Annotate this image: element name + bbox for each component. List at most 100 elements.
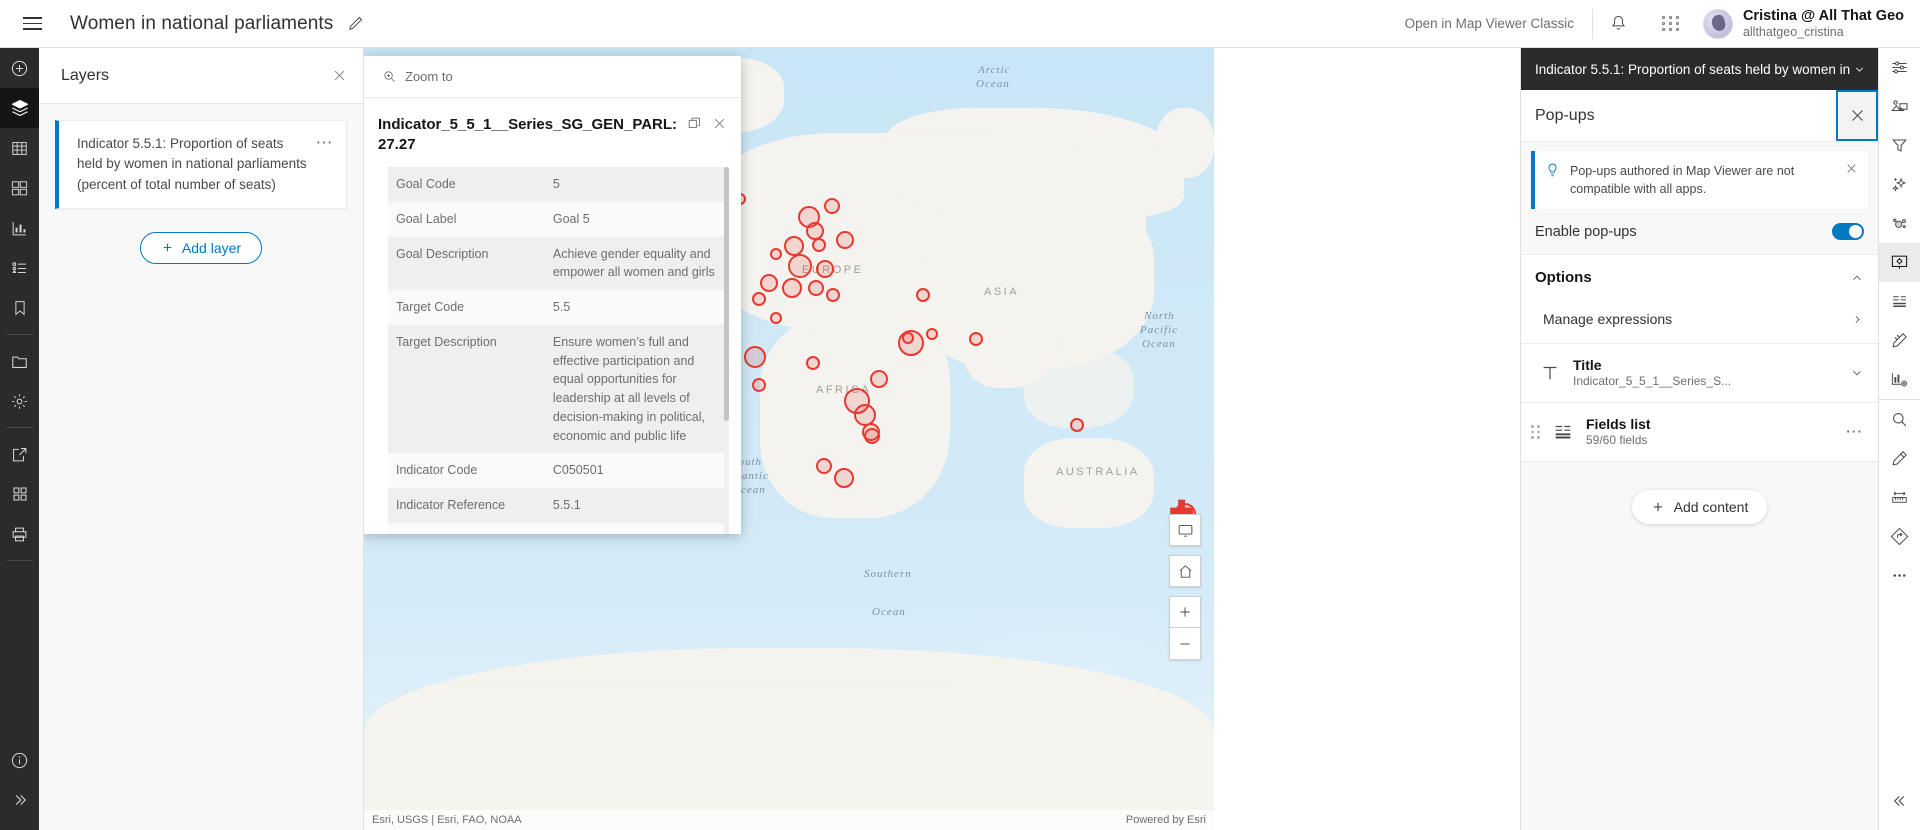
map-marker[interactable] [752,292,766,306]
properties-sliders-icon[interactable] [1879,48,1920,87]
map-marker[interactable] [784,236,804,256]
expand-right-icon[interactable] [0,780,39,820]
popup-scrollbar-thumb[interactable] [724,167,729,421]
bookmarks-icon[interactable] [0,288,39,328]
measure-ruler-icon[interactable] [1879,478,1920,517]
popups-settings-panel: Indicator 5.5.1: Proportion of seats hel… [1520,48,1878,830]
legend-icon[interactable] [0,248,39,288]
popup-zoom-to-action[interactable]: Zoom to [364,56,741,98]
apps-grid-icon[interactable] [0,474,39,514]
manage-expressions-label: Manage expressions [1543,311,1673,328]
more-ellipsis-icon[interactable] [1879,556,1920,595]
layers-icon[interactable] [0,88,39,128]
layer-selector-dropdown[interactable]: Indicator 5.5.1: Proportion of seats hel… [1521,48,1878,90]
map-marker[interactable] [770,248,782,260]
grid-apps-icon[interactable] [1645,0,1697,48]
options-section-header[interactable]: Options [1521,254,1878,299]
close-icon[interactable] [1845,162,1858,175]
info-circle-icon[interactable] [0,740,39,780]
collapse-left-icon[interactable] [1879,781,1920,820]
map-marker[interactable] [834,468,854,488]
close-icon[interactable] [712,115,727,131]
map-marker[interactable] [752,378,766,392]
add-layer-button[interactable]: Add layer [139,231,263,264]
map-marker[interactable] [806,222,824,240]
map-marker[interactable] [926,328,938,340]
folder-icon[interactable] [0,341,39,381]
share-icon[interactable] [0,434,39,474]
map-marker[interactable] [806,356,820,370]
directions-icon[interactable] [1879,517,1920,556]
sketch-icon[interactable] [1879,439,1920,478]
enable-popups-toggle[interactable] [1832,223,1864,241]
labels-pencil-icon[interactable] [1879,321,1920,360]
search-icon[interactable] [1879,400,1920,439]
chevron-up-icon[interactable] [1850,271,1864,285]
effects-sparkle-icon[interactable] [1879,165,1920,204]
add-content-container: Add content [1521,461,1878,830]
gear-icon[interactable] [0,381,39,421]
map-marker[interactable] [916,288,930,302]
charts-icon[interactable] [0,208,39,248]
map-marker[interactable] [902,332,914,344]
lightbulb-icon [1548,163,1557,177]
fields-list-icon [1552,421,1574,443]
chevron-down-icon[interactable] [1850,366,1864,380]
popup-title-texts: Title Indicator_5_5_1__Series_S... [1573,356,1838,390]
popup-scrollbar[interactable] [724,167,729,534]
add-content-button[interactable]: Add content [1631,489,1768,524]
popups-compatibility-notice: Pop-ups authored in Map Viewer are not c… [1531,151,1868,210]
drag-handle-icon[interactable] [1531,425,1540,439]
clustering-icon[interactable] [1879,204,1920,243]
map-marker[interactable] [744,346,766,368]
add-layer-label: Add layer [181,239,242,256]
close-icon[interactable] [332,68,347,83]
map-marker[interactable] [760,274,778,292]
user-menu[interactable]: Cristina @ All That Geo allthatgeo_crist… [1697,7,1920,41]
manage-expressions-row[interactable]: Manage expressions [1521,298,1878,345]
open-map-viewer-classic-link[interactable]: Open in Map Viewer Classic [1387,16,1592,31]
map-marker[interactable] [836,231,854,249]
popups-config-icon[interactable] [1878,243,1920,282]
charts-config-icon[interactable] [1879,360,1920,399]
map-marker[interactable] [808,280,824,296]
map-marker[interactable] [870,370,888,388]
map-marker[interactable] [782,278,802,298]
basemap-icon[interactable] [0,168,39,208]
map-marker[interactable] [816,458,832,474]
ellipsis-icon[interactable]: ⋯ [1845,423,1864,440]
pencil-icon[interactable] [347,15,364,32]
hamburger-icon[interactable] [8,0,56,48]
map-marker[interactable] [1070,418,1084,432]
zoom-in-icon[interactable] [1169,596,1201,628]
print-icon[interactable] [0,514,39,554]
list-item[interactable]: Indicator 5.5.1: Proportion of seats hel… [55,120,347,209]
map-marker[interactable] [824,198,840,214]
fields-list-content-row[interactable]: Fields list 59/60 fields ⋯ [1521,403,1878,462]
table-row: Goal Code 5 [388,167,729,202]
add-icon[interactable] [0,48,39,88]
table-icon[interactable] [0,128,39,168]
filter-icon[interactable] [1879,126,1920,165]
add-layer-container: Add layer [55,231,347,264]
bell-icon[interactable] [1593,0,1645,48]
styles-icon[interactable] [1879,87,1920,126]
map-marker[interactable] [770,312,782,324]
fields-icon[interactable] [1879,282,1920,321]
grid-apps-dots [1661,16,1680,31]
map-marker[interactable] [816,260,834,278]
map-marker[interactable] [969,332,983,346]
close-icon[interactable] [1836,90,1878,141]
home-icon[interactable] [1169,555,1201,587]
dock-windows-icon[interactable] [687,115,702,131]
map-marker[interactable] [826,288,840,302]
map-marker[interactable] [812,238,826,252]
screen-view-icon[interactable] [1169,514,1201,546]
popup-attribute-table: Goal Code 5 Goal Label Goal 5 Goal Descr… [388,167,729,534]
map-marker[interactable] [864,428,880,444]
popup-title-content-row[interactable]: Title Indicator_5_5_1__Series_S... [1521,344,1878,404]
ellipsis-icon[interactable]: ⋯ [308,134,335,151]
zoom-out-icon[interactable] [1169,628,1201,660]
map-marker[interactable] [788,254,812,278]
popup-attributes-wrap[interactable]: Goal Code 5 Goal Label Goal 5 Goal Descr… [364,167,741,534]
